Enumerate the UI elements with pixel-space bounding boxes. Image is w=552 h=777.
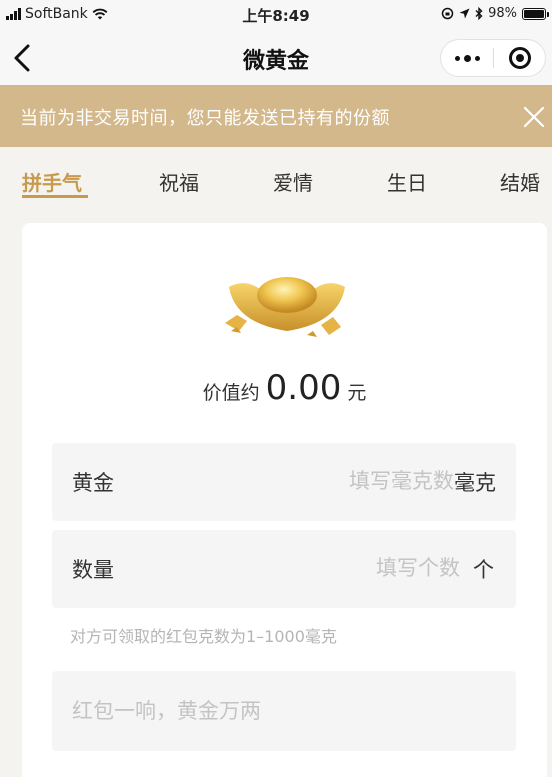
close-icon[interactable] [520,103,548,131]
bluetooth-icon [475,7,483,20]
more-dots-icon[interactable] [441,40,493,76]
battery-icon [522,7,549,20]
greeting-input[interactable] [72,695,492,727]
tab-wedding[interactable]: 结婚 [500,167,540,196]
gold-unit-label: 毫克 [454,471,496,495]
location-icon [459,8,470,19]
battery-percent: 98% [488,6,517,21]
quantity-field-label: 数量 [72,558,114,582]
value-unit: 元 [347,382,367,404]
mini-program-capsule [440,39,546,77]
range-hint: 对方可领取的红包克数为1–1000毫克 [70,627,337,646]
value-amount: 0.00 [265,368,342,408]
status-bar: SoftBank 上午8:49 98% [0,0,552,30]
estimated-value: 价值约 0.00 元 [22,368,547,408]
quantity-input[interactable] [220,552,460,584]
notice-banner: 当前为非交易时间，您只能发送已持有的份额 [0,85,552,147]
nav-bar: 微黄金 [0,30,552,85]
target-close-icon [508,47,531,69]
gold-field-label: 黄金 [72,471,114,495]
status-right: 98% [441,6,549,21]
quantity-field: 数量 个 [52,530,516,608]
gift-card: 价值约0.00元 黄金 毫克 数量 个 对方可领取的红包克数为1–1000毫克 [22,223,547,777]
gold-ingot-icon [225,277,345,337]
capsule-close-button[interactable] [494,47,545,69]
tab-birthday[interactable]: 生日 [387,167,427,196]
orientation-lock-icon [441,7,454,20]
value-prefix: 价值约 [202,382,260,404]
gold-amount-field: 黄金 毫克 [52,443,516,521]
tab-blessing[interactable]: 祝福 [159,167,199,196]
theme-tabs: 拼手气 祝福 爱情 生日 结婚 [0,147,552,209]
quantity-unit-label: 个 [473,558,494,582]
gold-amount-input[interactable] [214,465,454,497]
notice-text: 当前为非交易时间，您只能发送已持有的份额 [20,108,390,129]
tab-love[interactable]: 爱情 [273,167,313,196]
active-tab-indicator [22,195,88,198]
tab-luck[interactable]: 拼手气 [22,167,82,196]
greeting-field [52,671,516,751]
